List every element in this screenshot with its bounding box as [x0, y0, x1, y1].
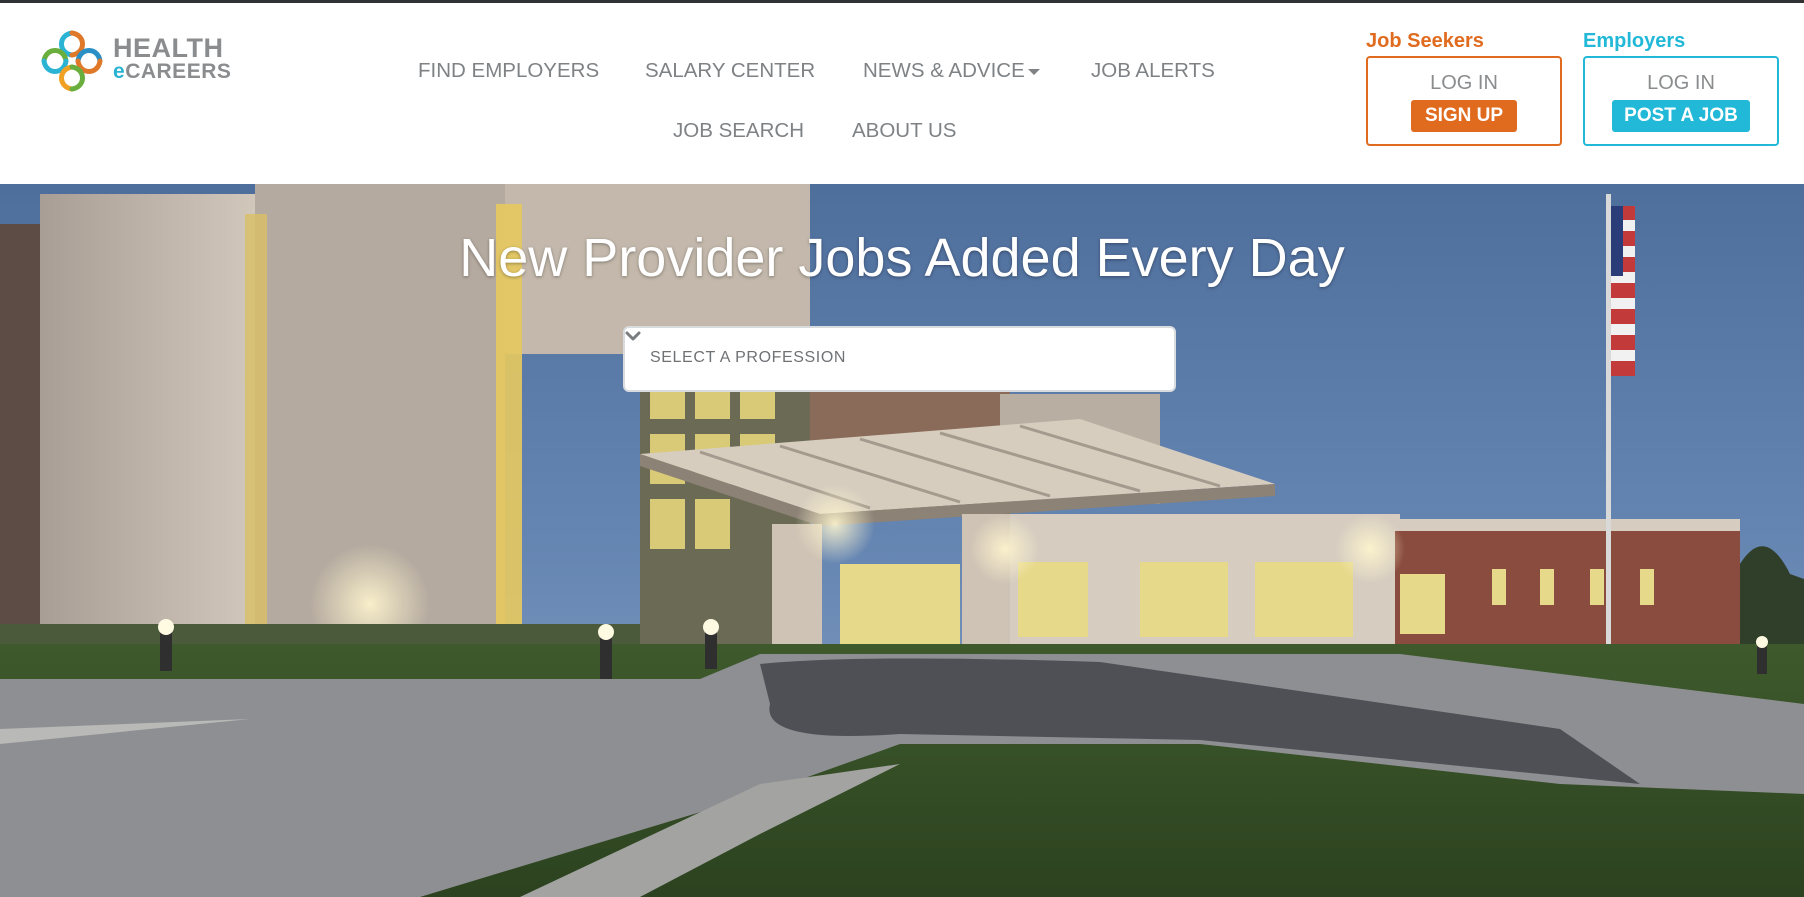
logo-line-health: HEALTH [113, 33, 224, 63]
profession-select[interactable]: SELECT A PROFESSION [623, 326, 1176, 392]
nav-find-employers[interactable]: FIND EMPLOYERS [418, 59, 599, 83]
employers-panel: LOG IN POST A JOB [1583, 56, 1779, 146]
site-header: HEALTH eCAREERS FIND EMPLOYERS SALARY CE… [0, 3, 1804, 184]
job-seekers-panel: LOG IN SIGN UP [1366, 56, 1562, 146]
chevron-down-icon [625, 331, 641, 341]
employers-title: Employers [1583, 30, 1686, 52]
hero-background-image [0, 184, 1804, 897]
sign-up-button[interactable]: SIGN UP [1411, 100, 1517, 132]
site-logo[interactable]: HEALTH eCAREERS [36, 25, 246, 97]
logo-e: e [113, 60, 126, 83]
nav-job-alerts[interactable]: JOB ALERTS [1091, 59, 1215, 83]
employers-login-link[interactable]: LOG IN [1585, 72, 1777, 94]
post-a-job-button[interactable]: POST A JOB [1612, 100, 1750, 132]
nav-about-us[interactable]: ABOUT US [852, 119, 956, 143]
logo-line-ecareers: eCAREERS [113, 61, 231, 83]
caret-down-icon [1027, 68, 1040, 75]
logo-careers: CAREERS [125, 60, 232, 83]
hero-section: New Provider Jobs Added Every Day SELECT… [0, 184, 1804, 897]
hero-title: New Provider Jobs Added Every Day [459, 228, 1345, 288]
job-seekers-title: Job Seekers [1366, 30, 1484, 52]
health-ecareers-logo-icon [41, 30, 103, 92]
nav-job-search[interactable]: JOB SEARCH [673, 119, 804, 143]
nav-news-advice[interactable]: NEWS & ADVICE [863, 59, 1040, 83]
nav-salary-center[interactable]: SALARY CENTER [645, 59, 815, 83]
nav-news-advice-label: NEWS & ADVICE [863, 59, 1025, 82]
job-seekers-login-link[interactable]: LOG IN [1368, 72, 1560, 94]
logo-wordmark: HEALTH eCAREERS [113, 35, 231, 83]
profession-select-placeholder: SELECT A PROFESSION [650, 349, 847, 366]
